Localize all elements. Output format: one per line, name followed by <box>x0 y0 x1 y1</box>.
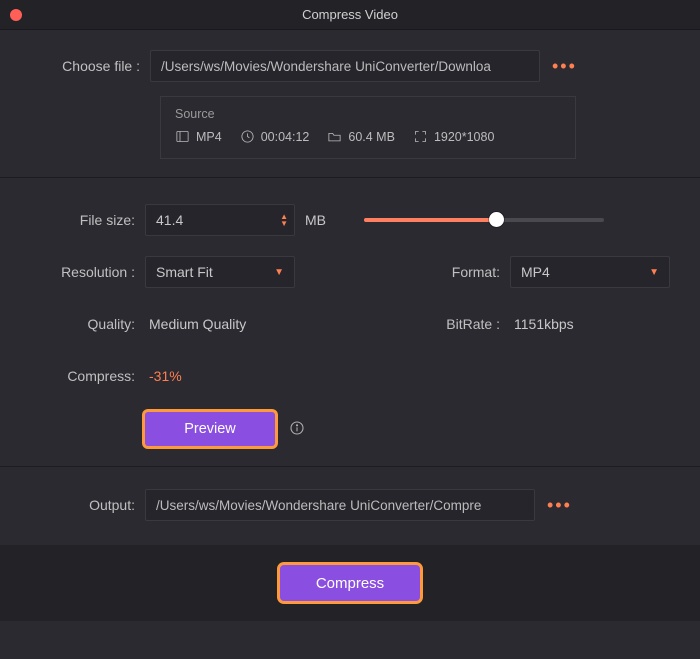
source-resolution: 1920*1080 <box>434 130 494 144</box>
compress-label: Compress: <box>30 368 145 384</box>
choose-file-browse-icon[interactable]: ••• <box>552 61 577 71</box>
resolution-value: Smart Fit <box>156 264 213 280</box>
chevron-down-icon: ▼ <box>274 267 284 278</box>
titlebar: Compress Video <box>0 0 700 30</box>
bitrate-value: 1151kbps <box>510 316 670 332</box>
output-input[interactable]: /Users/ws/Movies/Wondershare UniConverte… <box>145 489 535 521</box>
filesize-slider[interactable] <box>364 218 604 222</box>
quality-value: Medium Quality <box>145 316 246 332</box>
close-icon[interactable] <box>10 9 22 21</box>
input-section: Choose file : /Users/ws/Movies/Wondersha… <box>0 30 700 177</box>
chevron-down-icon: ▼ <box>649 267 659 278</box>
film-icon <box>175 129 190 144</box>
settings-section: File size: 41.4 ▲ ▼ MB Resolution : Smar… <box>0 178 700 466</box>
source-info-box: Source MP4 00:04:12 60.4 MB 1920*1080 <box>160 96 576 159</box>
slider-thumb[interactable] <box>489 212 504 227</box>
format-label: Format: <box>410 264 510 280</box>
resolution-label: Resolution : <box>30 264 145 280</box>
filesize-value: 41.4 <box>156 212 183 228</box>
choose-file-input[interactable]: /Users/ws/Movies/Wondershare UniConverte… <box>150 50 540 82</box>
choose-file-label: Choose file : <box>30 58 150 74</box>
action-bar: Compress <box>0 545 700 621</box>
format-value: MP4 <box>521 264 550 280</box>
filesize-input[interactable]: 41.4 ▲ ▼ <box>145 204 295 236</box>
quality-label: Quality: <box>30 316 145 332</box>
bitrate-label: BitRate : <box>410 316 510 332</box>
resolution-select[interactable]: Smart Fit ▼ <box>145 256 295 288</box>
source-size: 60.4 MB <box>348 130 395 144</box>
stepper-down-icon[interactable]: ▼ <box>280 220 288 227</box>
output-label: Output: <box>30 497 145 513</box>
filesize-stepper[interactable]: ▲ ▼ <box>280 213 288 227</box>
choose-file-path: /Users/ws/Movies/Wondershare UniConverte… <box>161 59 491 74</box>
format-select[interactable]: MP4 ▼ <box>510 256 670 288</box>
filesize-unit: MB <box>305 212 326 228</box>
compress-value: -31% <box>145 368 182 384</box>
window-controls <box>10 9 22 21</box>
source-title: Source <box>175 107 561 121</box>
clock-icon <box>240 129 255 144</box>
slider-fill <box>364 218 494 222</box>
source-format: MP4 <box>196 130 222 144</box>
compress-button[interactable]: Compress <box>280 565 420 601</box>
info-icon[interactable] <box>289 420 305 439</box>
resolution-icon <box>413 129 428 144</box>
source-duration: 00:04:12 <box>261 130 310 144</box>
filesize-label: File size: <box>30 212 145 228</box>
output-browse-icon[interactable]: ••• <box>547 500 572 510</box>
preview-button[interactable]: Preview <box>145 412 275 446</box>
output-path: /Users/ws/Movies/Wondershare UniConverte… <box>156 498 481 513</box>
folder-icon <box>327 129 342 144</box>
window-title: Compress Video <box>0 7 700 22</box>
